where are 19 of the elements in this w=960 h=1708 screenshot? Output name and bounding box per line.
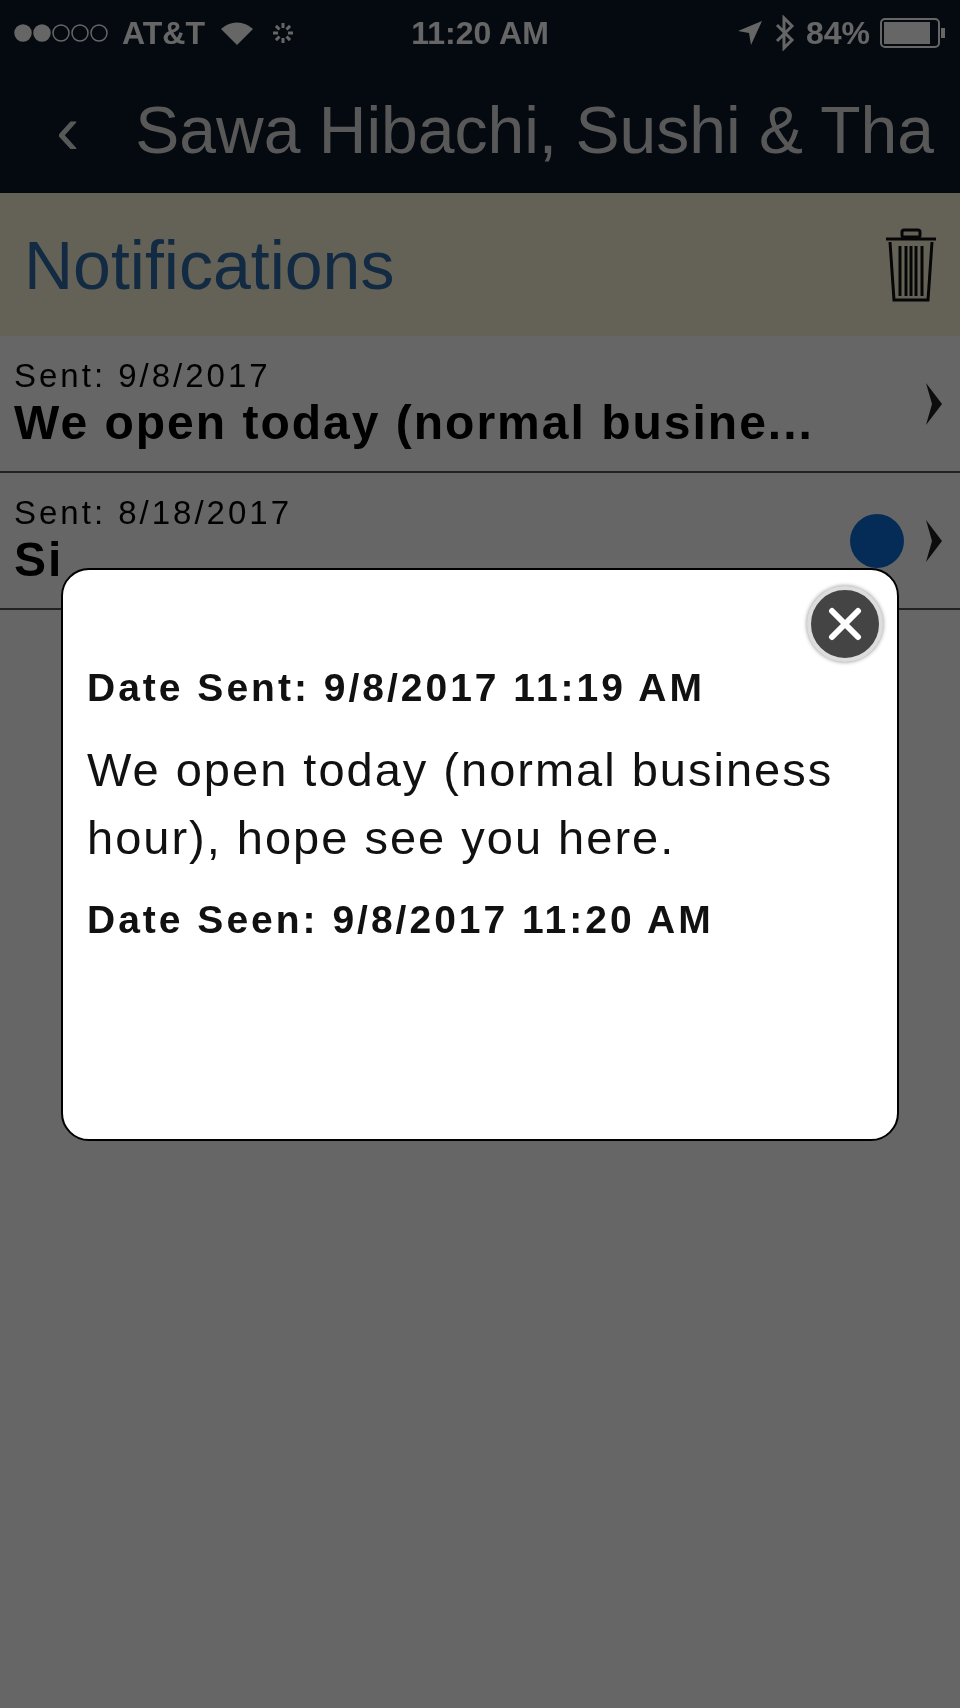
trash-icon[interactable]	[884, 227, 938, 302]
signal-icon	[14, 23, 108, 43]
sent-date: Sent: 8/18/2017	[14, 494, 294, 532]
clock-text: 11:20 AM	[411, 14, 549, 52]
date-seen-text: Date Seen: 9/8/2017 11:20 AM	[87, 898, 715, 943]
close-button[interactable]	[807, 586, 883, 662]
message-text: We open today (normal business hour), hope see you here.	[87, 742, 835, 867]
header-title: Notifications	[24, 225, 395, 304]
notification-title: We open today (normal busine...	[14, 395, 815, 450]
carrier-text: AT&T	[122, 14, 205, 52]
battery-icon	[880, 18, 946, 48]
nav-title: Sawa Hibachi, Sushi & Tha	[135, 91, 934, 168]
battery-text: 84%	[805, 14, 870, 52]
bluetooth-icon	[773, 15, 796, 51]
date-sent-text: Date Sent: 9/8/2017 11:19 AM	[87, 666, 706, 710]
close-icon	[828, 607, 862, 641]
sent-date: Sent: 9/8/2017	[14, 357, 272, 395]
notification-title: Si	[14, 532, 65, 587]
back-button[interactable]: ‹	[56, 94, 80, 165]
